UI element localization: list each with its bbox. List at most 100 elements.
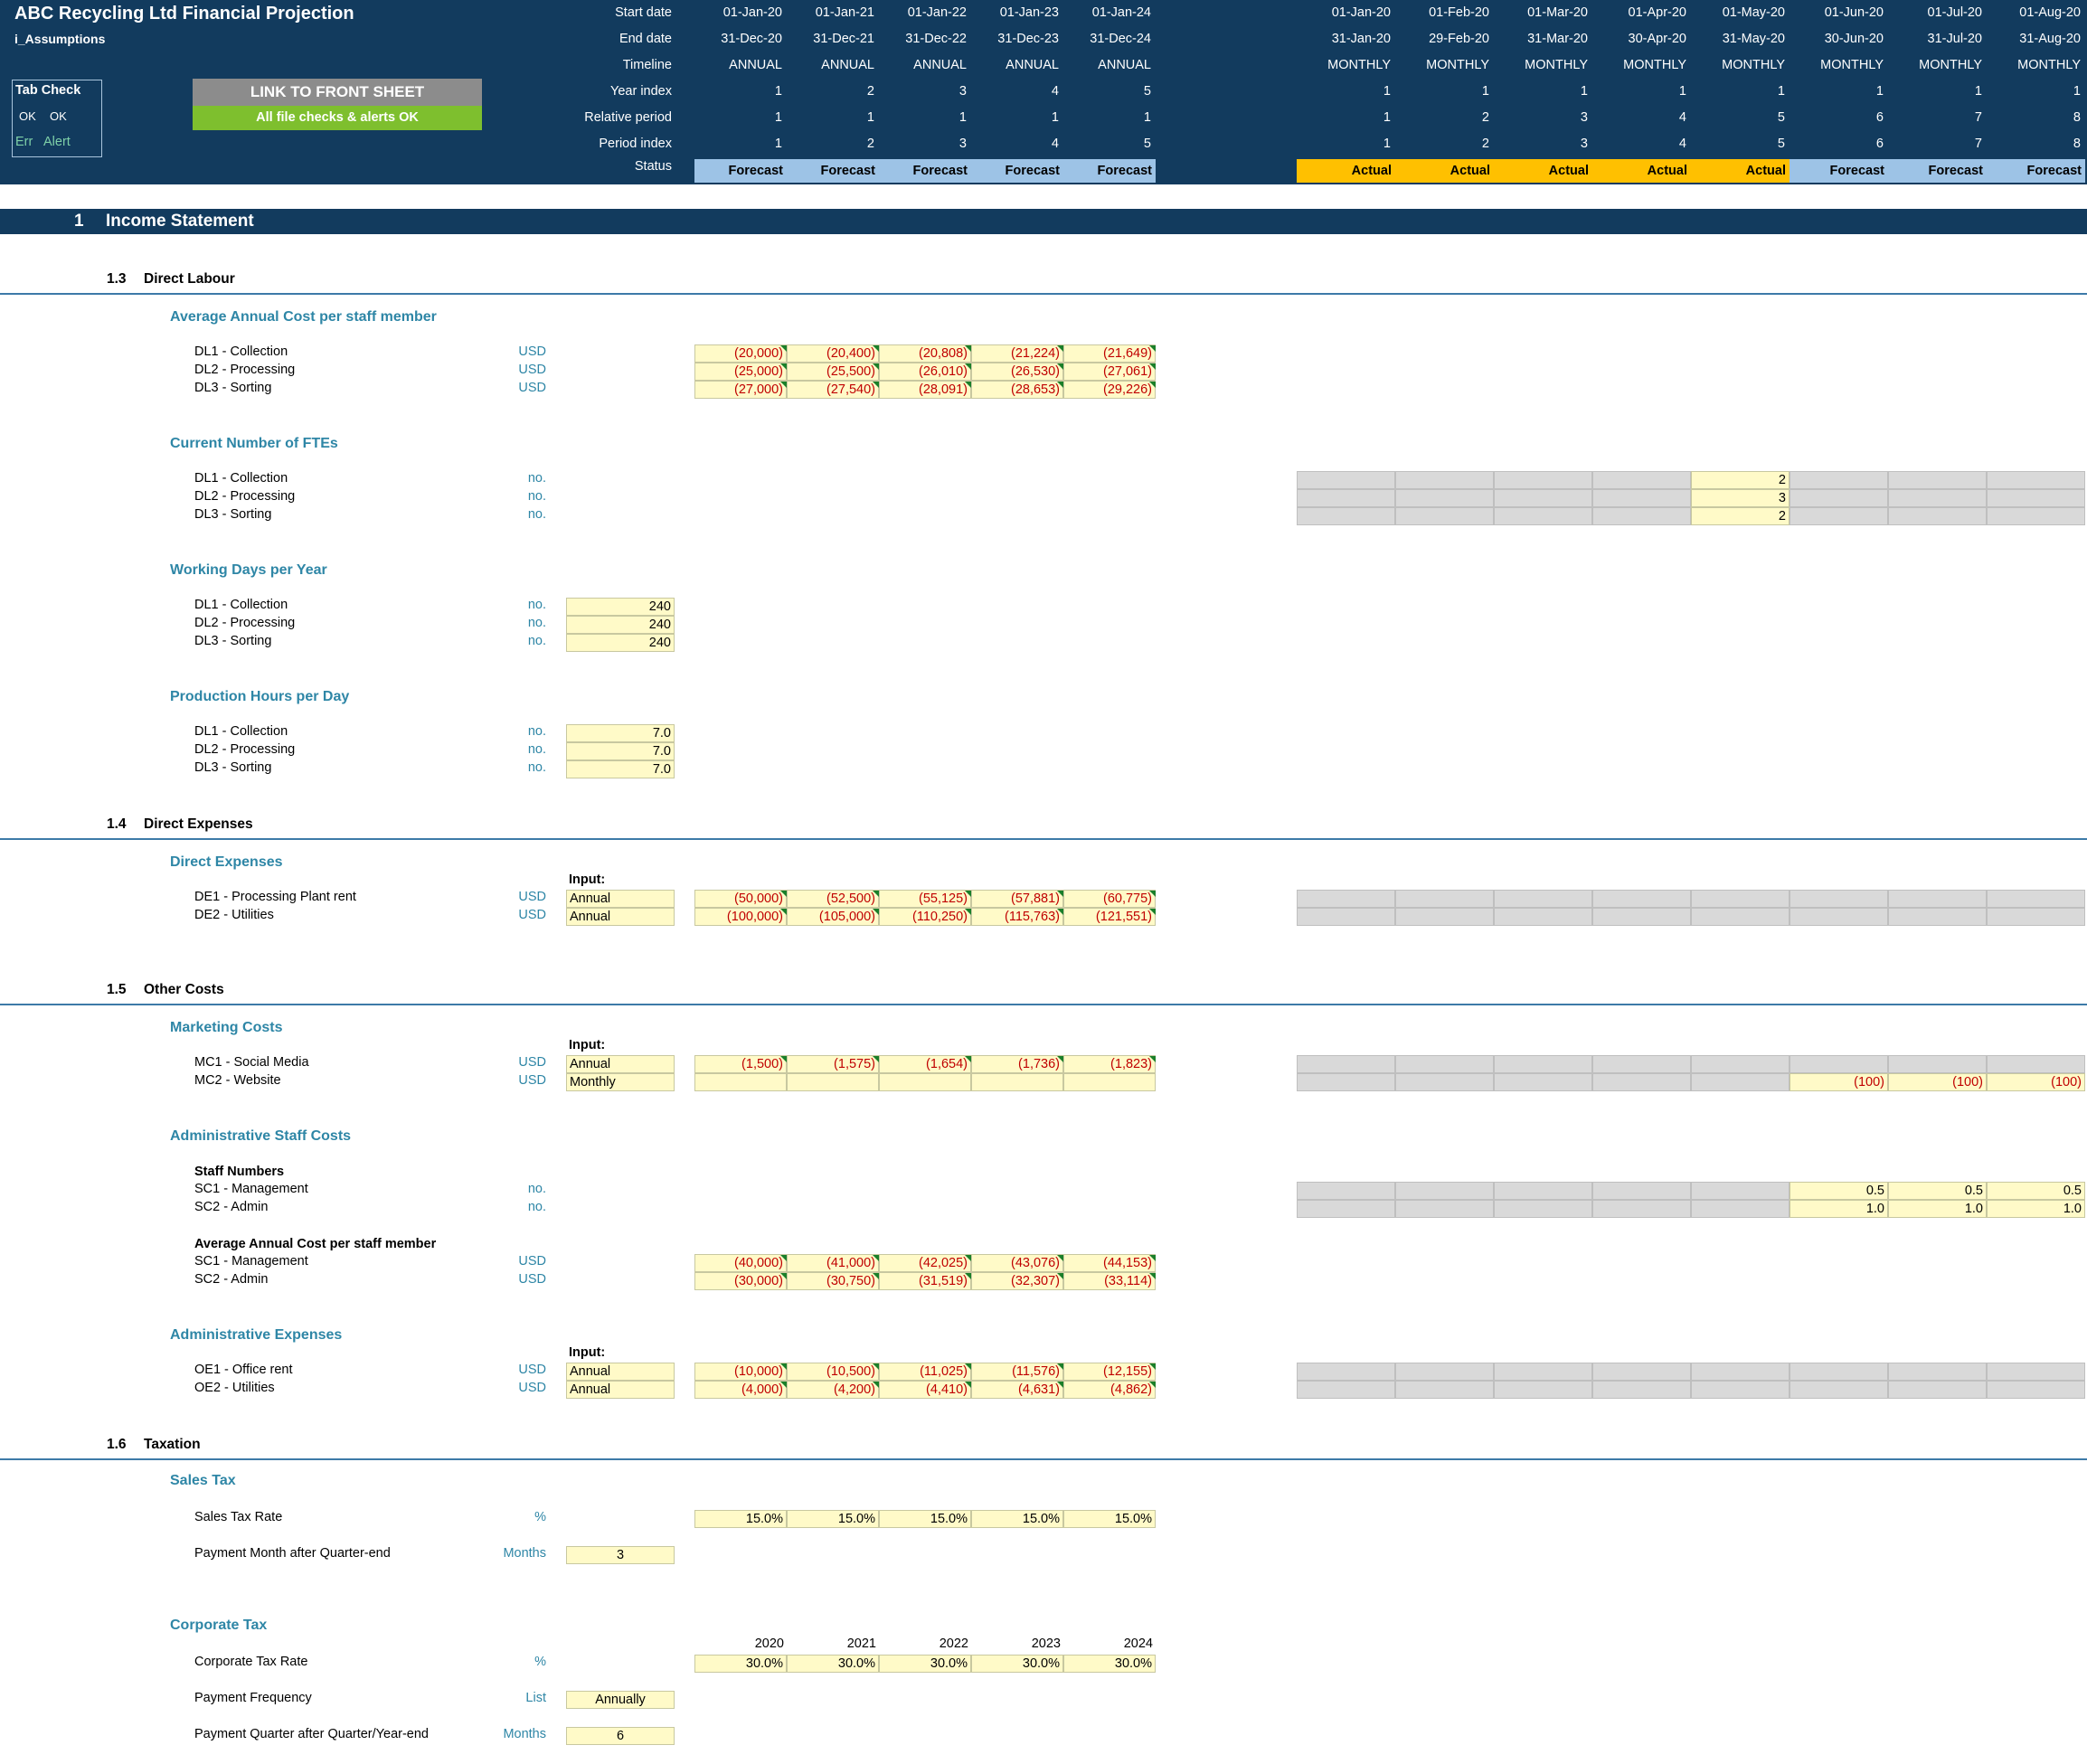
annual-input-cell[interactable]: (40,000) <box>694 1254 787 1272</box>
assumption-input-cell[interactable]: Annual <box>566 1363 675 1381</box>
assumption-input-cell[interactable]: 3 <box>566 1546 675 1564</box>
link-front-sheet-button[interactable]: LINK TO FRONT SHEET <box>193 79 482 106</box>
assumption-input-cell[interactable]: 240 <box>566 616 675 634</box>
annual-input-cell[interactable]: (31,519) <box>879 1272 971 1290</box>
annual-input-cell[interactable]: (4,410) <box>879 1381 971 1399</box>
annual-input-cell[interactable] <box>971 1073 1063 1091</box>
annual-input-cell[interactable]: (1,654) <box>879 1055 971 1073</box>
annual-input-cell[interactable]: (105,000) <box>787 908 879 926</box>
annual-input-cell[interactable]: 30.0% <box>694 1655 787 1673</box>
annual-input-cell[interactable]: (27,540) <box>787 381 879 399</box>
cell-value: (33,114) <box>1104 1274 1152 1288</box>
annual-input-cell[interactable]: 15.0% <box>1063 1510 1156 1528</box>
monthly-input-cell[interactable]: 2 <box>1691 507 1790 525</box>
assumption-input-cell[interactable]: 6 <box>566 1727 675 1745</box>
annual-input-cell[interactable]: (1,823) <box>1063 1055 1156 1073</box>
assumption-input-cell[interactable]: Annual <box>566 1055 675 1073</box>
annual-input-cell[interactable]: 15.0% <box>971 1510 1063 1528</box>
annual-input-cell[interactable]: (115,763) <box>971 908 1063 926</box>
annual-input-cell[interactable] <box>879 1073 971 1091</box>
annual-input-cell[interactable]: 30.0% <box>971 1655 1063 1673</box>
assumption-input-cell[interactable]: 7.0 <box>566 724 675 742</box>
monthly-input-cell[interactable]: (100) <box>1987 1073 2085 1091</box>
annual-input-cell[interactable]: (28,091) <box>879 381 971 399</box>
assumption-input-cell[interactable]: Annual <box>566 1381 675 1399</box>
annual-input-cell[interactable]: (25,500) <box>787 363 879 381</box>
annual-input-cell[interactable]: (26,010) <box>879 363 971 381</box>
annual-input-cell[interactable]: (1,500) <box>694 1055 787 1073</box>
annual-input-cell[interactable]: (27,000) <box>694 381 787 399</box>
assumption-input-cell[interactable]: Annually <box>566 1691 675 1709</box>
locked-monthly-cell <box>1494 1182 1592 1200</box>
annual-input-cell[interactable]: (12,155) <box>1063 1363 1156 1381</box>
monthly-input-cell[interactable]: (100) <box>1790 1073 1888 1091</box>
assumption-input-cell[interactable]: Monthly <box>566 1073 675 1091</box>
annual-input-cell[interactable]: 15.0% <box>879 1510 971 1528</box>
annual-input-cell[interactable]: 15.0% <box>694 1510 787 1528</box>
monthly-input-cell[interactable]: 2 <box>1691 471 1790 489</box>
locked-monthly-cell <box>1790 1055 1888 1073</box>
cell-value: (4,200) <box>834 1382 875 1397</box>
annual-input-cell[interactable]: (50,000) <box>694 890 787 908</box>
annual-input-cell[interactable]: (1,736) <box>971 1055 1063 1073</box>
annual-input-cell[interactable]: (20,808) <box>879 344 971 363</box>
annual-input-cell[interactable]: (110,250) <box>879 908 971 926</box>
annual-input-cell[interactable]: (10,000) <box>694 1363 787 1381</box>
annual-input-cell[interactable]: (27,061) <box>1063 363 1156 381</box>
annual-input-cell[interactable]: (52,500) <box>787 890 879 908</box>
annual-input-cell[interactable]: (4,200) <box>787 1381 879 1399</box>
annual-input-cell[interactable]: (60,775) <box>1063 890 1156 908</box>
annual-input-cell[interactable]: (41,000) <box>787 1254 879 1272</box>
annual-input-cell[interactable]: 30.0% <box>787 1655 879 1673</box>
annual-input-cell[interactable]: (4,000) <box>694 1381 787 1399</box>
annual-input-cell[interactable]: 15.0% <box>787 1510 879 1528</box>
monthly-input-cell[interactable]: 1.0 <box>1888 1200 1987 1218</box>
annual-input-cell[interactable]: (30,750) <box>787 1272 879 1290</box>
annual-input-cell[interactable]: (4,862) <box>1063 1381 1156 1399</box>
monthly-input-cell[interactable]: 0.5 <box>1888 1182 1987 1200</box>
annual-input-cell[interactable] <box>694 1073 787 1091</box>
monthly-input-cell[interactable]: 3 <box>1691 489 1790 507</box>
monthly-input-cell[interactable]: 0.5 <box>1987 1182 2085 1200</box>
annual-input-cell[interactable]: (28,653) <box>971 381 1063 399</box>
annual-input-cell[interactable]: (57,881) <box>971 890 1063 908</box>
monthly-input-cell[interactable]: (100) <box>1888 1073 1987 1091</box>
annual-input-cell[interactable]: (26,530) <box>971 363 1063 381</box>
annual-input-cell[interactable]: 30.0% <box>1063 1655 1156 1673</box>
annual-input-cell[interactable]: (11,025) <box>879 1363 971 1381</box>
locked-monthly-cell <box>1297 1073 1395 1091</box>
assumption-input-cell[interactable]: 7.0 <box>566 760 675 778</box>
assumption-input-cell[interactable]: Annual <box>566 890 675 908</box>
annual-input-cell[interactable]: (30,000) <box>694 1272 787 1290</box>
annual-input-cell[interactable]: (55,125) <box>879 890 971 908</box>
assumption-input-cell[interactable]: 240 <box>566 598 675 616</box>
annual-input-cell[interactable]: (33,114) <box>1063 1272 1156 1290</box>
annual-input-cell[interactable]: (32,307) <box>971 1272 1063 1290</box>
annual-input-cell[interactable]: (21,649) <box>1063 344 1156 363</box>
annual-input-cell[interactable]: (20,400) <box>787 344 879 363</box>
annual-input-cell[interactable]: (25,000) <box>694 363 787 381</box>
assumption-input-cell[interactable]: Annual <box>566 908 675 926</box>
annual-input-cell[interactable]: 30.0% <box>879 1655 971 1673</box>
annual-input-cell[interactable] <box>787 1073 879 1091</box>
annual-input-cell[interactable] <box>1063 1073 1156 1091</box>
annual-input-cell[interactable]: (21,224) <box>971 344 1063 363</box>
annual-input-cell[interactable]: (10,500) <box>787 1363 879 1381</box>
annual-input-cell[interactable]: (29,226) <box>1063 381 1156 399</box>
monthly-input-cell[interactable]: 1.0 <box>1790 1200 1888 1218</box>
annual-input-cell[interactable]: (44,153) <box>1063 1254 1156 1272</box>
annual-input-cell[interactable]: (121,551) <box>1063 908 1156 926</box>
monthly-input-cell[interactable]: 1.0 <box>1987 1200 2085 1218</box>
annual-input-cell[interactable]: (100,000) <box>694 908 787 926</box>
annual-input-cell[interactable]: (1,575) <box>787 1055 879 1073</box>
assumption-input-cell[interactable]: 240 <box>566 634 675 652</box>
annual-input-cell[interactable]: (11,576) <box>971 1363 1063 1381</box>
monthly-input-cell[interactable]: 0.5 <box>1790 1182 1888 1200</box>
assumption-input-cell[interactable]: 7.0 <box>566 742 675 760</box>
annual-input-cell[interactable]: (20,000) <box>694 344 787 363</box>
annual-input-cell[interactable]: (42,025) <box>879 1254 971 1272</box>
annual-input-cell[interactable]: (4,631) <box>971 1381 1063 1399</box>
comment-flag-icon <box>1149 909 1156 915</box>
annual-input-cell[interactable]: (43,076) <box>971 1254 1063 1272</box>
locked-monthly-cell <box>1494 471 1592 489</box>
